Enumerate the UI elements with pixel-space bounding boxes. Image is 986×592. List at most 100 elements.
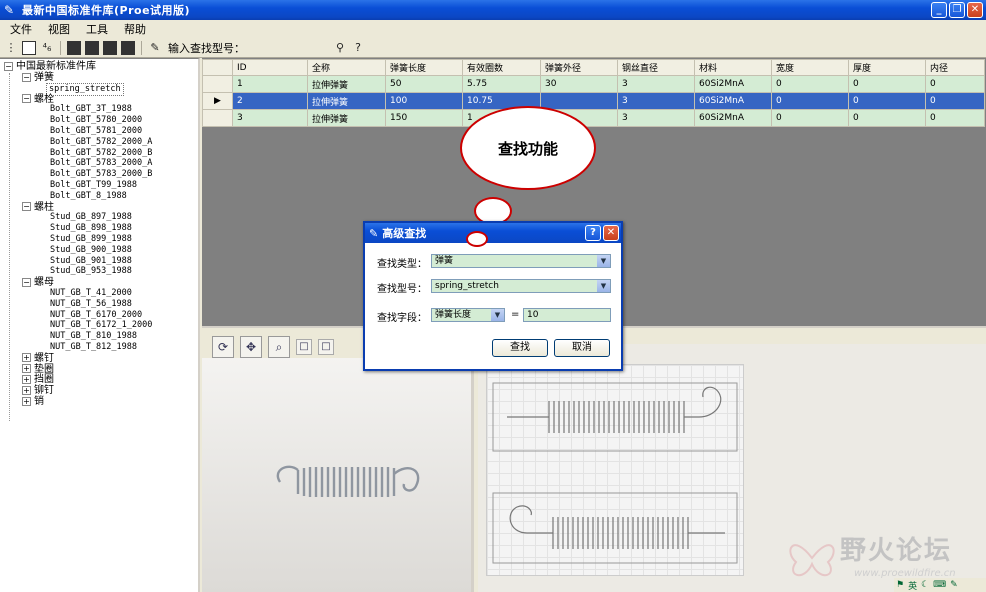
table-cell[interactable]: 0 — [771, 92, 849, 110]
layout-left-icon[interactable] — [67, 40, 81, 55]
close-button[interactable]: ✕ — [967, 2, 983, 18]
binoculars-icon[interactable]: ⚲ — [333, 41, 347, 55]
table-cell[interactable]: 拉伸弹簧 — [307, 92, 386, 110]
tree-item[interactable]: Bolt_GBT_3T_1988 — [50, 104, 132, 115]
view-front-icon[interactable]: □ — [296, 339, 312, 355]
menu-tools[interactable]: 工具 — [86, 21, 108, 37]
search-model-input[interactable] — [249, 39, 327, 56]
tree-group-collapsed[interactable]: + 垫圈 — [22, 364, 54, 375]
row-selector[interactable] — [202, 75, 233, 93]
tree-item[interactable]: NUT_GB_T_812_1988 — [50, 342, 137, 353]
table-cell[interactable]: 拉伸弹簧 — [307, 109, 386, 127]
column-header[interactable]: 内径 — [925, 59, 985, 76]
dialog-close-button[interactable]: ✕ — [603, 225, 619, 241]
tree-group[interactable]: − 螺母 — [22, 277, 54, 288]
menu-help[interactable]: 帮助 — [124, 21, 146, 37]
table-cell[interactable]: 0 — [925, 109, 985, 127]
collapse-icon[interactable]: − — [22, 94, 31, 104]
model-3d-view[interactable] — [202, 358, 474, 592]
tree-group-collapsed[interactable]: + 螺钉 — [22, 353, 54, 364]
tree-item[interactable]: NUT_GB_T_810_1988 — [50, 331, 137, 342]
tree-item[interactable]: Stud_GB_898_1988 — [50, 223, 132, 234]
tree-item[interactable]: Stud_GB_953_1988 — [50, 266, 132, 277]
collapse-icon[interactable]: − — [22, 277, 31, 287]
tree-group[interactable]: − 螺栓 — [22, 94, 54, 105]
table-row-selected[interactable]: ▶ 2 拉伸弹簧 100 10.75 3 60Si2MnA 0 0 0 — [202, 92, 985, 110]
field-select[interactable]: 弹簧长度 ▼ — [431, 308, 505, 322]
column-header[interactable]: 弹簧长度 — [385, 59, 463, 76]
tree-group-collapsed[interactable]: + 挡圈 — [22, 374, 54, 385]
column-header[interactable]: 钢丝直径 — [617, 59, 695, 76]
view-side-icon[interactable]: □ — [318, 339, 334, 355]
tree-item[interactable]: Stud_GB_899_1988 — [50, 234, 132, 245]
column-header[interactable]: 全称 — [307, 59, 386, 76]
value-input[interactable]: 10 — [523, 308, 611, 322]
table-cell[interactable]: 60Si2MnA — [694, 109, 772, 127]
help-pointer-icon[interactable]: ? — [351, 41, 365, 55]
column-header[interactable]: 厚度 — [848, 59, 926, 76]
table-cell[interactable]: 3 — [232, 109, 308, 127]
expand-icon[interactable]: + — [22, 364, 31, 374]
tree-item[interactable]: Bolt_GBT_5780_2000 — [50, 115, 142, 126]
row-selector-current[interactable]: ▶ — [202, 92, 233, 110]
table-cell[interactable]: 3 — [617, 75, 695, 93]
table-cell[interactable]: 0 — [771, 75, 849, 93]
table-cell[interactable]: 5.75 — [462, 75, 541, 93]
tree-item[interactable]: Bolt_GBT_5783_2000_B — [50, 169, 152, 180]
type-select[interactable]: 弹簧 ▼ — [431, 254, 611, 268]
tool-icon[interactable]: ✎ — [950, 580, 958, 590]
expand-icon[interactable]: + — [22, 396, 31, 406]
tree-item[interactable]: NUT_GB_T_41_2000 — [50, 288, 132, 299]
column-header[interactable]: 材料 — [694, 59, 772, 76]
expand-icon[interactable]: + — [22, 385, 31, 395]
minimize-button[interactable]: _ — [931, 2, 947, 18]
tree-item[interactable]: spring_stretch — [46, 82, 124, 96]
tree-item[interactable]: Bolt_GBT_5781_2000 — [50, 126, 142, 137]
collapse-icon[interactable]: − — [4, 61, 13, 71]
layout-right-icon[interactable] — [103, 40, 117, 55]
table-cell[interactable]: 3 — [617, 109, 695, 127]
table-cell[interactable]: 0 — [771, 109, 849, 127]
tree-item[interactable]: Stud_GB_900_1988 — [50, 245, 132, 256]
chevron-down-icon[interactable]: ▼ — [597, 255, 610, 267]
column-header[interactable]: ID — [232, 59, 308, 76]
expand-icon[interactable]: + — [22, 374, 31, 384]
table-cell[interactable]: 2 — [232, 92, 308, 110]
table-cell[interactable]: 150 — [385, 109, 463, 127]
model-select[interactable]: spring_stretch ▼ — [431, 279, 611, 293]
table-cell[interactable]: 100 — [385, 92, 463, 110]
layout-top-icon[interactable] — [85, 40, 99, 55]
table-cell[interactable]: 3 — [617, 92, 695, 110]
tree-group[interactable]: − 螺柱 — [22, 202, 54, 213]
tree-item[interactable]: Stud_GB_897_1988 — [50, 212, 132, 223]
table-cell[interactable]: 0 — [848, 109, 926, 127]
tree-icon[interactable]: ⁴₆ — [40, 41, 54, 55]
table-cell[interactable]: 30 — [540, 75, 618, 93]
tree-item[interactable]: Bolt_GBT_5782_2000_B — [50, 148, 152, 159]
table-cell[interactable]: 1 — [232, 75, 308, 93]
tree-item[interactable]: NUT_GB_T_6170_2000 — [50, 310, 142, 321]
table-cell[interactable] — [540, 92, 618, 110]
moon-icon[interactable]: ☾ — [921, 580, 929, 590]
table-cell[interactable]: 0 — [925, 75, 985, 93]
keyboard-icon[interactable]: ⌨ — [933, 580, 946, 590]
column-header[interactable]: 有效圈数 — [462, 59, 541, 76]
tree-item[interactable]: NUT_GB_T_56_1988 — [50, 299, 132, 310]
ime-language[interactable]: 英 — [908, 579, 917, 592]
table-cell[interactable]: 0 — [925, 92, 985, 110]
table-cell[interactable]: 0 — [848, 92, 926, 110]
tree-group-collapsed[interactable]: + 销 — [22, 396, 44, 407]
tree-item[interactable]: NUT_GB_T_6172_1_2000 — [50, 320, 152, 331]
tree-item[interactable]: Bolt_GBT_5783_2000_A — [50, 158, 152, 169]
table-row[interactable]: 3 拉伸弹簧 150 1 3 60Si2MnA 0 0 0 — [202, 109, 985, 127]
layout-bottom-icon[interactable] — [121, 40, 135, 55]
tree-group[interactable]: − 弹簧 — [22, 72, 54, 83]
find-button[interactable]: 查找 — [492, 339, 548, 357]
chevron-down-icon[interactable]: ▼ — [491, 309, 504, 321]
table-cell[interactable]: 50 — [385, 75, 463, 93]
rotate-icon[interactable]: ⟳ — [212, 336, 234, 358]
dialog-title-bar[interactable]: ✎ 高级查找 ? ✕ — [365, 223, 621, 243]
table-cell[interactable]: 拉伸弹簧 — [307, 75, 386, 93]
tree-item[interactable]: Bolt_GBT_T99_1988 — [50, 180, 137, 191]
ime-flag-icon[interactable]: ⚑ — [896, 580, 904, 590]
